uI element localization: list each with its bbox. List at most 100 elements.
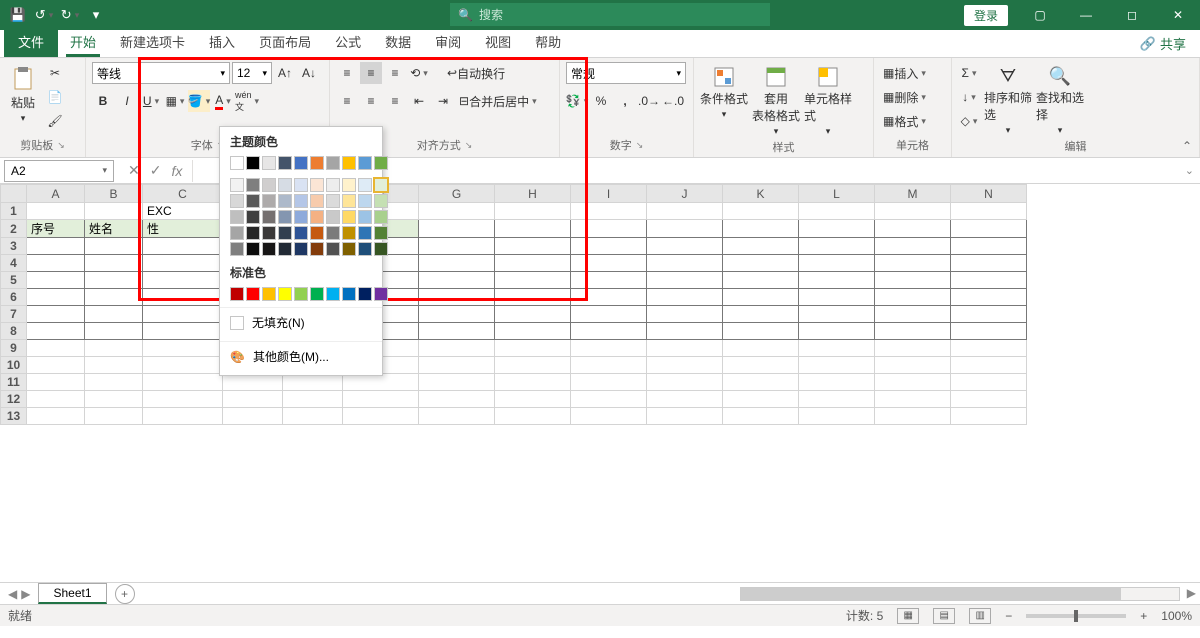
orientation-icon[interactable]: ⟲ bbox=[408, 62, 430, 84]
cell[interactable] bbox=[799, 391, 875, 408]
select-all-corner[interactable] bbox=[1, 185, 27, 203]
column-header[interactable]: B bbox=[85, 185, 143, 203]
color-swatch[interactable] bbox=[246, 194, 260, 208]
cell[interactable] bbox=[951, 357, 1027, 374]
color-swatch[interactable] bbox=[246, 287, 260, 301]
color-swatch[interactable] bbox=[278, 178, 292, 192]
cell[interactable] bbox=[419, 272, 495, 289]
color-swatch[interactable] bbox=[246, 242, 260, 256]
cell[interactable] bbox=[223, 408, 283, 425]
cell[interactable] bbox=[875, 289, 951, 306]
cell[interactable] bbox=[419, 238, 495, 255]
maximize-button[interactable]: ◻ bbox=[1110, 0, 1154, 30]
cell[interactable] bbox=[723, 408, 799, 425]
color-swatch[interactable] bbox=[294, 194, 308, 208]
color-swatch[interactable] bbox=[310, 210, 324, 224]
cell[interactable] bbox=[951, 306, 1027, 323]
cell[interactable] bbox=[951, 203, 1027, 220]
tab-layout[interactable]: 页面布局 bbox=[247, 26, 323, 57]
cell[interactable] bbox=[27, 391, 85, 408]
cell[interactable] bbox=[647, 220, 723, 238]
cell[interactable] bbox=[875, 357, 951, 374]
cell[interactable] bbox=[419, 220, 495, 238]
cell[interactable] bbox=[419, 306, 495, 323]
row-header[interactable]: 2 bbox=[1, 220, 27, 238]
cell[interactable] bbox=[85, 238, 143, 255]
find-select-button[interactable]: 🔍查找和选择▾ bbox=[1036, 62, 1084, 136]
color-swatch[interactable] bbox=[262, 287, 276, 301]
cell[interactable] bbox=[27, 408, 85, 425]
cell[interactable] bbox=[571, 357, 647, 374]
cell[interactable] bbox=[143, 255, 223, 272]
conditional-format-button[interactable]: 条件格式▾ bbox=[700, 62, 748, 120]
cell[interactable] bbox=[875, 374, 951, 391]
cell[interactable] bbox=[951, 255, 1027, 272]
column-header[interactable]: K bbox=[723, 185, 799, 203]
color-swatch[interactable] bbox=[230, 226, 244, 240]
cell[interactable] bbox=[143, 357, 223, 374]
underline-button[interactable]: U bbox=[140, 90, 162, 112]
cell[interactable] bbox=[875, 323, 951, 340]
column-header[interactable]: L bbox=[799, 185, 875, 203]
cell[interactable] bbox=[85, 408, 143, 425]
color-swatch[interactable] bbox=[278, 210, 292, 224]
cell[interactable] bbox=[875, 203, 951, 220]
cell[interactable] bbox=[283, 391, 343, 408]
no-fill-button[interactable]: 无填充(N) bbox=[220, 307, 382, 337]
align-right-icon[interactable]: ≡ bbox=[384, 90, 406, 112]
cell[interactable] bbox=[143, 289, 223, 306]
color-swatch[interactable] bbox=[262, 242, 276, 256]
align-left-icon[interactable]: ≡ bbox=[336, 90, 358, 112]
cell[interactable] bbox=[571, 408, 647, 425]
color-swatch[interactable] bbox=[342, 156, 356, 170]
cell[interactable] bbox=[647, 272, 723, 289]
cell[interactable] bbox=[571, 220, 647, 238]
color-swatch[interactable] bbox=[358, 178, 372, 192]
color-swatch[interactable] bbox=[294, 178, 308, 192]
color-swatch[interactable] bbox=[342, 242, 356, 256]
cell[interactable] bbox=[799, 272, 875, 289]
accounting-format-icon[interactable]: 💱 bbox=[566, 90, 588, 112]
cell[interactable] bbox=[799, 203, 875, 220]
row-header[interactable]: 5 bbox=[1, 272, 27, 289]
color-swatch[interactable] bbox=[294, 226, 308, 240]
color-swatch[interactable] bbox=[246, 156, 260, 170]
cell[interactable] bbox=[27, 323, 85, 340]
dialog-launcher-icon[interactable]: ↘ bbox=[636, 140, 644, 151]
cell[interactable] bbox=[723, 203, 799, 220]
cell[interactable] bbox=[723, 306, 799, 323]
border-button[interactable]: ▦ bbox=[164, 90, 186, 112]
cell[interactable] bbox=[723, 238, 799, 255]
cell[interactable] bbox=[951, 408, 1027, 425]
cell[interactable] bbox=[495, 289, 571, 306]
percent-icon[interactable]: % bbox=[590, 90, 612, 112]
cell[interactable] bbox=[875, 408, 951, 425]
decrease-decimal-icon[interactable]: ←.0 bbox=[662, 90, 684, 112]
save-icon[interactable]: 💾 bbox=[6, 3, 30, 27]
color-swatch[interactable] bbox=[246, 178, 260, 192]
prev-sheet-icon[interactable]: ◀ bbox=[8, 587, 17, 601]
cell[interactable] bbox=[571, 203, 647, 220]
color-swatch[interactable] bbox=[246, 210, 260, 224]
row-header[interactable]: 1 bbox=[1, 203, 27, 220]
cell[interactable] bbox=[27, 340, 85, 357]
color-swatch[interactable] bbox=[230, 194, 244, 208]
cell[interactable] bbox=[85, 203, 143, 220]
cell[interactable] bbox=[951, 374, 1027, 391]
color-swatch[interactable] bbox=[294, 156, 308, 170]
cell[interactable] bbox=[495, 220, 571, 238]
color-swatch[interactable] bbox=[294, 210, 308, 224]
add-sheet-button[interactable]: + bbox=[115, 584, 135, 604]
column-header[interactable]: M bbox=[875, 185, 951, 203]
dialog-launcher-icon[interactable]: ↘ bbox=[465, 140, 473, 151]
cell[interactable] bbox=[419, 408, 495, 425]
color-swatch[interactable] bbox=[374, 226, 388, 240]
cell[interactable] bbox=[647, 306, 723, 323]
cell[interactable] bbox=[571, 255, 647, 272]
cell[interactable] bbox=[143, 374, 223, 391]
color-swatch[interactable] bbox=[358, 242, 372, 256]
cell[interactable]: 姓名 bbox=[85, 220, 143, 238]
cell[interactable] bbox=[647, 323, 723, 340]
cell[interactable] bbox=[647, 340, 723, 357]
cell[interactable] bbox=[571, 238, 647, 255]
